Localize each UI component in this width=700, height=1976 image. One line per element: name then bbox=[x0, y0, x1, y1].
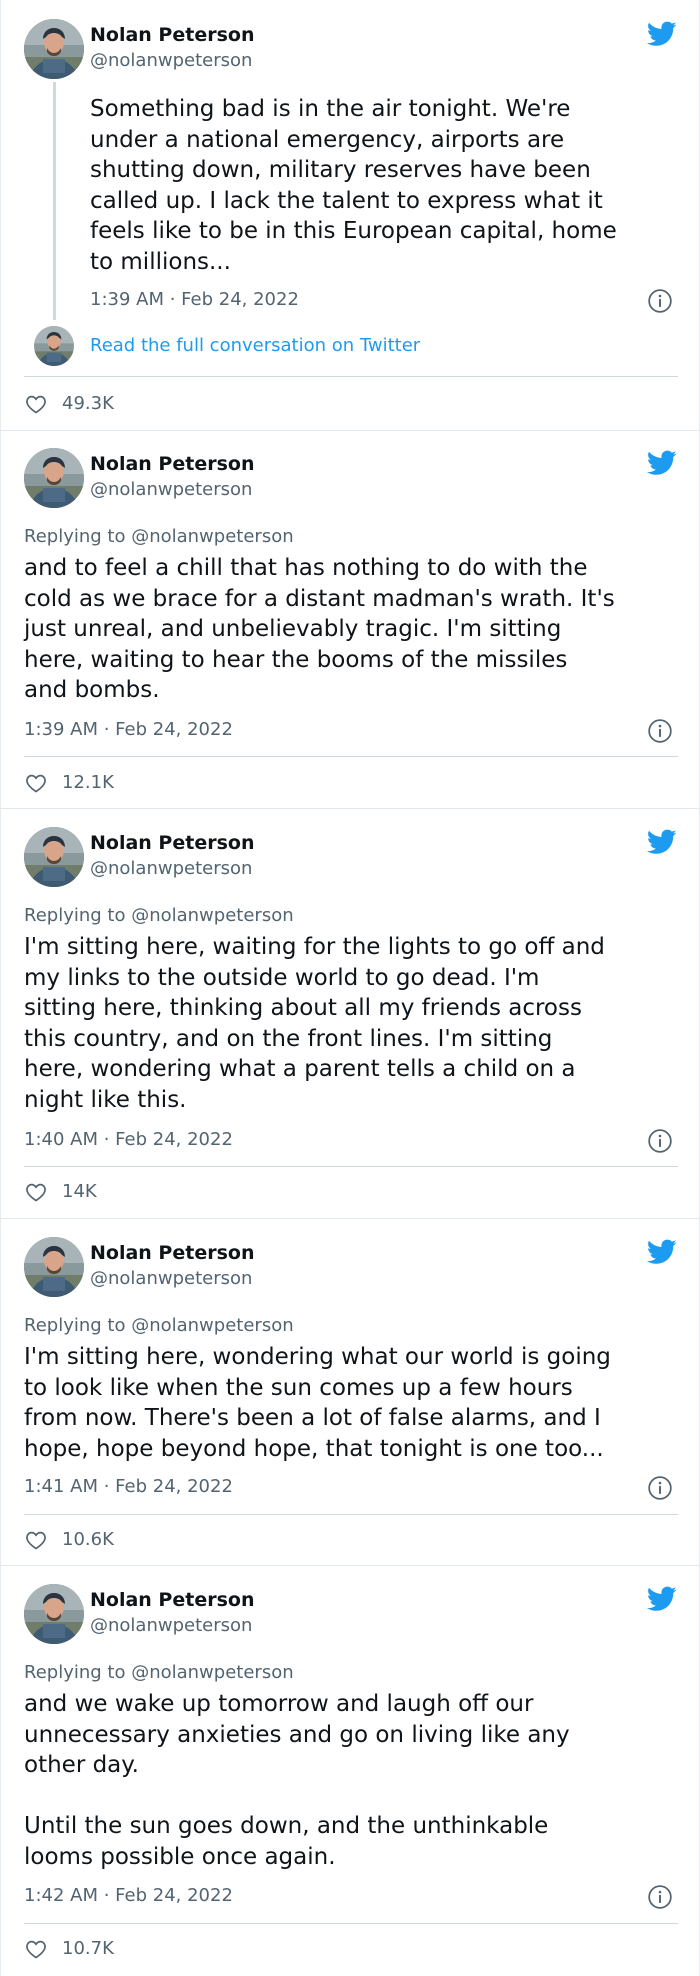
author-name[interactable]: Nolan Peterson bbox=[90, 453, 254, 475]
divider bbox=[24, 1923, 678, 1924]
like-count: 12.1K bbox=[62, 772, 114, 793]
author-handle[interactable]: @nolanwpeterson bbox=[90, 858, 252, 880]
tweet-card[interactable]: Nolan Peterson @nolanwpeterson Something… bbox=[0, 0, 700, 431]
divider bbox=[24, 376, 678, 377]
author-name[interactable]: Nolan Peterson bbox=[90, 1589, 254, 1611]
tweet-text: I'm sitting here, waiting for the lights… bbox=[24, 934, 605, 1113]
heart-icon bbox=[24, 1180, 48, 1204]
author-name[interactable]: Nolan Peterson bbox=[90, 24, 254, 46]
divider bbox=[24, 756, 678, 757]
twitter-bird-icon[interactable] bbox=[647, 1586, 677, 1612]
replying-to[interactable]: Replying to @nolanwpeterson bbox=[24, 1315, 294, 1337]
avatar[interactable] bbox=[34, 326, 74, 366]
tweet-timestamp[interactable]: 1:39 AM · Feb 24, 2022 bbox=[90, 289, 299, 311]
tweet-text: and we wake up tomorrow and laugh off ou… bbox=[24, 1691, 570, 1870]
info-icon[interactable] bbox=[647, 718, 673, 744]
avatar[interactable] bbox=[24, 827, 84, 887]
tweet-timestamp[interactable]: 1:42 AM · Feb 24, 2022 bbox=[24, 1885, 233, 1907]
author-handle[interactable]: @nolanwpeterson bbox=[90, 479, 252, 501]
author-handle[interactable]: @nolanwpeterson bbox=[90, 50, 252, 72]
author-handle[interactable]: @nolanwpeterson bbox=[90, 1615, 252, 1637]
divider bbox=[24, 1514, 678, 1515]
tweet-card[interactable]: Nolan Peterson @nolanwpeterson Replying … bbox=[0, 431, 700, 809]
like-button[interactable]: 49.3K bbox=[24, 391, 114, 417]
avatar[interactable] bbox=[24, 1237, 84, 1297]
tweet-text: Something bad is in the air tonight. We'… bbox=[90, 96, 617, 275]
author-name[interactable]: Nolan Peterson bbox=[90, 832, 254, 854]
tweet-card[interactable]: Nolan Peterson @nolanwpeterson Replying … bbox=[0, 809, 700, 1219]
author-handle[interactable]: @nolanwpeterson bbox=[90, 1268, 252, 1290]
twitter-bird-icon[interactable] bbox=[647, 21, 677, 47]
info-icon[interactable] bbox=[647, 288, 673, 314]
heart-icon bbox=[24, 1528, 48, 1552]
avatar[interactable] bbox=[24, 1584, 84, 1644]
replying-to[interactable]: Replying to @nolanwpeterson bbox=[24, 526, 294, 548]
heart-icon bbox=[24, 771, 48, 795]
info-icon[interactable] bbox=[647, 1884, 673, 1910]
tweet-timestamp[interactable]: 1:40 AM · Feb 24, 2022 bbox=[24, 1129, 233, 1151]
twitter-bird-icon[interactable] bbox=[647, 829, 677, 855]
heart-icon bbox=[24, 392, 48, 416]
tweet-timestamp[interactable]: 1:41 AM · Feb 24, 2022 bbox=[24, 1476, 233, 1498]
avatar[interactable] bbox=[24, 19, 84, 79]
divider bbox=[24, 1166, 678, 1167]
replying-to[interactable]: Replying to @nolanwpeterson bbox=[24, 1662, 294, 1684]
tweet-text: and to feel a chill that has nothing to … bbox=[24, 555, 615, 704]
twitter-bird-icon[interactable] bbox=[647, 1239, 677, 1265]
read-full-conversation-link[interactable]: Read the full conversation on Twitter bbox=[90, 335, 420, 357]
like-count: 49.3K bbox=[62, 393, 114, 414]
like-count: 10.7K bbox=[62, 1938, 114, 1959]
like-button[interactable]: 10.6K bbox=[24, 1527, 114, 1553]
tweet-text: I'm sitting here, wondering what our wor… bbox=[24, 1344, 611, 1462]
tweet-card[interactable]: Nolan Peterson @nolanwpeterson Replying … bbox=[0, 1566, 700, 1976]
tweet-thread: Nolan Peterson @nolanwpeterson Something… bbox=[0, 0, 700, 1976]
author-name[interactable]: Nolan Peterson bbox=[90, 1242, 254, 1264]
replying-to[interactable]: Replying to @nolanwpeterson bbox=[24, 905, 294, 927]
tweet-card[interactable]: Nolan Peterson @nolanwpeterson Replying … bbox=[0, 1219, 700, 1566]
twitter-bird-icon[interactable] bbox=[647, 450, 677, 476]
info-icon[interactable] bbox=[647, 1128, 673, 1154]
info-icon[interactable] bbox=[647, 1475, 673, 1501]
tweet-timestamp[interactable]: 1:39 AM · Feb 24, 2022 bbox=[24, 719, 233, 741]
like-count: 10.6K bbox=[62, 1529, 114, 1550]
thread-line bbox=[53, 82, 56, 320]
like-button[interactable]: 14K bbox=[24, 1179, 97, 1205]
like-count: 14K bbox=[62, 1181, 97, 1202]
like-button[interactable]: 12.1K bbox=[24, 770, 114, 796]
avatar[interactable] bbox=[24, 448, 84, 508]
like-button[interactable]: 10.7K bbox=[24, 1936, 114, 1962]
heart-icon bbox=[24, 1937, 48, 1961]
